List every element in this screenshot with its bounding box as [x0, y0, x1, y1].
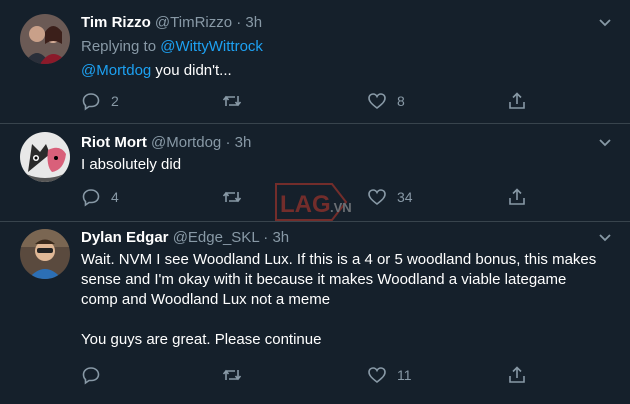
- replying-to-label: Replying to: [81, 38, 161, 55]
- watermark-logo: LAG .VN: [275, 183, 352, 221]
- svg-text:LAG: LAG: [280, 191, 331, 218]
- separator-dot: ·: [263, 229, 269, 246]
- retweet-icon: [222, 191, 242, 203]
- tweet-actions: 2 8: [81, 90, 525, 112]
- like-count: 8: [397, 93, 405, 109]
- user-handle[interactable]: @Edge_SKL: [173, 229, 259, 246]
- tweet-text: Wait. NVM I see Woodland Lux. If this is…: [81, 250, 616, 350]
- heart-icon: [368, 189, 386, 206]
- tweet-header: Tim Rizzo @TimRizzo · 3h: [81, 13, 262, 33]
- retweet-icon: [222, 369, 242, 381]
- chevron-down-icon[interactable]: [598, 16, 612, 30]
- tweet-text: I absolutely did: [81, 156, 182, 173]
- reply-count: 2: [111, 93, 119, 109]
- display-name[interactable]: Dylan Edgar: [81, 229, 169, 246]
- share-button[interactable]: [507, 186, 527, 208]
- avatar[interactable]: [20, 14, 70, 64]
- user-handle[interactable]: @TimRizzo: [155, 14, 232, 31]
- tweet-text-line: sense and I'm okay with it because it ma…: [81, 271, 567, 288]
- tweet-text: @Mortdog you didn't...: [81, 61, 616, 81]
- share-button[interactable]: [507, 90, 527, 112]
- tweet-text-line: You guys are great. Please continue: [81, 331, 322, 348]
- like-button[interactable]: 11: [367, 364, 412, 386]
- like-button[interactable]: 34: [367, 186, 413, 208]
- like-button[interactable]: 8: [367, 90, 405, 112]
- retweet-button[interactable]: [222, 186, 252, 208]
- display-name[interactable]: Tim Rizzo: [81, 14, 151, 31]
- tweet-text-line: Wait. NVM I see Woodland Lux. If this is…: [81, 251, 597, 268]
- reply-button[interactable]: 4: [81, 186, 119, 208]
- share-icon: [509, 92, 525, 109]
- retweet-button[interactable]: [222, 90, 252, 112]
- timestamp[interactable]: 3h: [245, 14, 262, 31]
- retweet-icon: [222, 95, 242, 107]
- tweet-tim-rizzo[interactable]: Tim Rizzo @TimRizzo · 3h Replying to @Wi…: [0, 0, 630, 124]
- reply-icon: [82, 93, 100, 111]
- chevron-down-icon[interactable]: [598, 136, 612, 150]
- tweet-header: Dylan Edgar @Edge_SKL · 3h: [81, 228, 289, 248]
- reply-context: Replying to @WittyWittrock: [81, 37, 616, 57]
- reply-icon: [82, 189, 100, 207]
- mention-link[interactable]: @Mortdog: [81, 62, 151, 79]
- reply-icon: [82, 367, 100, 385]
- svg-text:.VN: .VN: [330, 200, 352, 215]
- share-button[interactable]: [507, 364, 527, 386]
- like-count: 11: [397, 367, 412, 383]
- share-icon: [509, 188, 525, 205]
- tweet-actions: 11: [81, 364, 525, 386]
- separator-dot: ·: [225, 134, 231, 151]
- tweet-header: Riot Mort @Mortdog · 3h: [81, 133, 251, 153]
- user-handle[interactable]: @Mortdog: [151, 134, 221, 151]
- reply-button[interactable]: [81, 364, 111, 386]
- reply-count: 4: [111, 189, 119, 205]
- tweet-text-line: comp and Woodland Lux not a meme: [81, 291, 331, 308]
- separator-dot: ·: [236, 14, 242, 31]
- replying-to-link[interactable]: @WittyWittrock: [160, 38, 263, 55]
- share-icon: [509, 366, 525, 383]
- chevron-down-icon[interactable]: [598, 231, 612, 245]
- timestamp[interactable]: 3h: [272, 229, 289, 246]
- display-name[interactable]: Riot Mort: [81, 134, 147, 151]
- tweet-dylan-edgar[interactable]: Dylan Edgar @Edge_SKL · 3h Wait. NVM I s…: [0, 222, 630, 404]
- reply-button[interactable]: 2: [81, 90, 119, 112]
- retweet-button[interactable]: [222, 364, 252, 386]
- heart-icon: [368, 367, 386, 384]
- heart-icon: [368, 93, 386, 110]
- avatar[interactable]: [20, 229, 70, 279]
- like-count: 34: [397, 189, 413, 205]
- tweet-text-content: you didn't...: [151, 62, 232, 79]
- avatar[interactable]: [20, 132, 70, 182]
- timestamp[interactable]: 3h: [235, 134, 252, 151]
